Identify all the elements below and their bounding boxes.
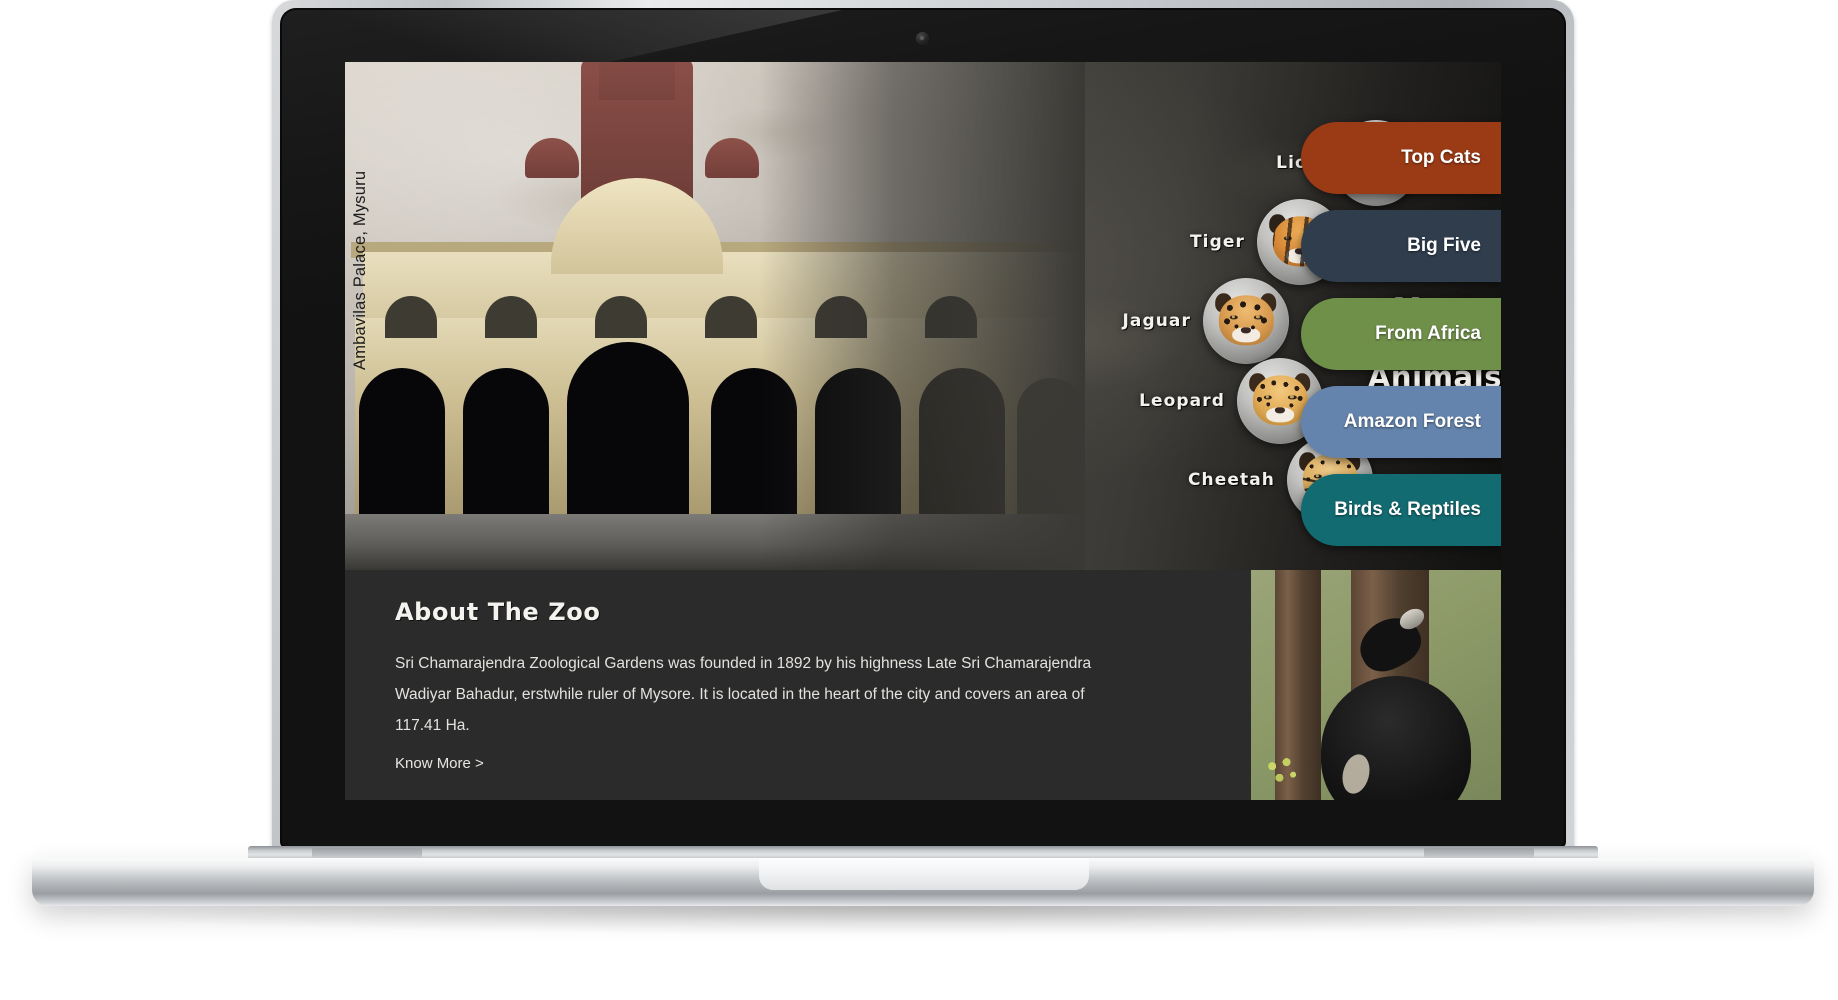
photo-fade-overlay (345, 62, 1085, 570)
animal-selector-list: Lion Tiger Jaguar Leopard Cheetah (1045, 62, 1419, 570)
nav-label-amazon-forest: Amazon Forest (1343, 411, 1481, 432)
nav-label-birds-reptiles: Birds & Reptiles (1334, 499, 1481, 520)
know-more-link[interactable]: Know More > (395, 755, 484, 772)
laptop-base-notch (759, 858, 1089, 890)
website-page: Ambavilas Palace, Mysuru Lion Tiger Jagu… (345, 62, 1501, 800)
grass-tuft (1265, 756, 1301, 790)
animal-item-jaguar[interactable]: Jaguar (1071, 278, 1289, 364)
palace-photo (345, 62, 1085, 570)
nav-label-big-five: Big Five (1407, 235, 1481, 256)
jaguar-face-icon (1203, 278, 1289, 364)
nav-button-birds-reptiles[interactable]: Birds & Reptiles (1301, 474, 1501, 546)
animal-label-jaguar: Jaguar (1122, 311, 1191, 331)
screenshot-stage: Ambavilas Palace, Mysuru Lion Tiger Jagu… (0, 0, 1838, 1000)
nav-label-top-cats: Top Cats (1401, 147, 1481, 168)
nav-button-top-cats[interactable]: Top Cats (1301, 122, 1501, 194)
nav-button-from-africa[interactable]: From Africa (1301, 298, 1501, 370)
animal-label-leopard: Leopard (1139, 391, 1225, 411)
laptop-drop-shadow (62, 906, 1784, 934)
about-body-text: Sri Chamarajendra Zoological Gardens was… (395, 655, 1092, 734)
hero-section: Ambavilas Palace, Mysuru Lion Tiger Jagu… (345, 62, 1501, 570)
about-section: About The Zoo Sri Chamarajendra Zoologic… (345, 570, 1501, 800)
animal-label-cheetah: Cheetah (1187, 470, 1275, 490)
animal-item-leopard[interactable]: Leopard (1105, 358, 1323, 444)
animal-label-tiger: Tiger (1189, 232, 1245, 252)
about-heading: About The Zoo (395, 598, 601, 626)
nav-label-from-africa: From Africa (1375, 323, 1481, 344)
sloth-bear-photo (1251, 570, 1501, 800)
palace-caption: Ambavilas Palace, Mysuru (351, 170, 369, 370)
laptop-mockup: Ambavilas Palace, Mysuru Lion Tiger Jagu… (32, 0, 1814, 934)
laptop-screen: Ambavilas Palace, Mysuru Lion Tiger Jagu… (282, 10, 1564, 846)
about-text-column: About The Zoo Sri Chamarajendra Zoologic… (345, 570, 1251, 800)
category-nav: Top Cats Big Five From Africa Amazon For… (1301, 122, 1501, 562)
nav-button-amazon-forest[interactable]: Amazon Forest (1301, 386, 1501, 458)
nav-button-big-five[interactable]: Big Five (1301, 210, 1501, 282)
